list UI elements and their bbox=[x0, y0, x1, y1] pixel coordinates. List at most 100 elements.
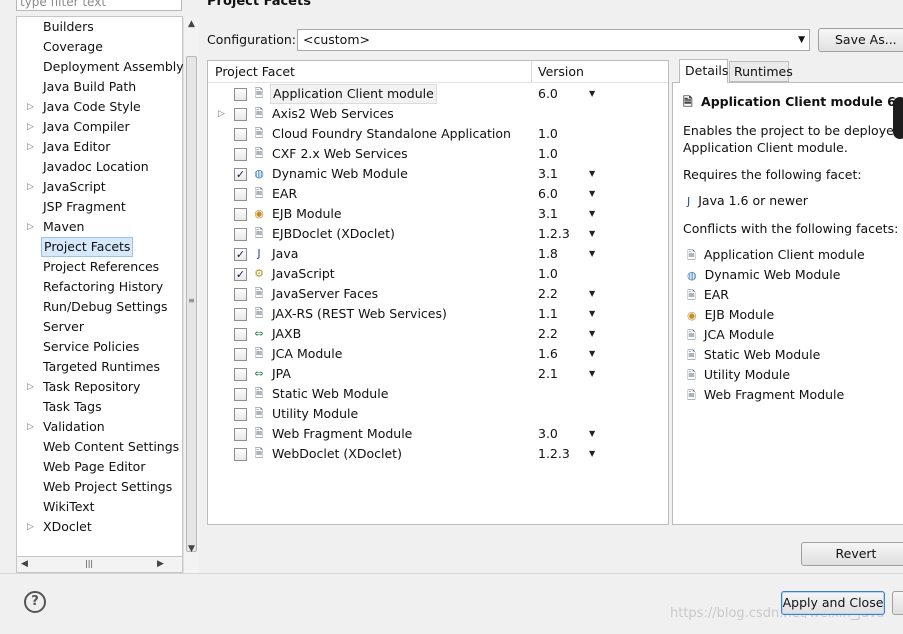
expand-arrow-icon[interactable]: ▷ bbox=[218, 104, 225, 124]
table-row[interactable]: ✓ ◍ Dynamic Web Module 3.1 ▼ bbox=[208, 164, 668, 184]
facet-version[interactable]: 1.2.3 bbox=[538, 444, 570, 464]
scroll-right-icon[interactable]: ▶ bbox=[157, 559, 164, 569]
expand-arrow-icon[interactable]: ▷ bbox=[27, 377, 37, 397]
table-row[interactable]: ✓ J Java 1.8 ▼ bbox=[208, 244, 668, 264]
expand-arrow-icon[interactable]: ▷ bbox=[27, 417, 37, 437]
tree-horizontal-scrollbar[interactable]: ◀ ||| ▶ bbox=[16, 556, 183, 573]
table-row[interactable]: ◉ EJB Module 3.1 ▼ bbox=[208, 204, 668, 224]
facet-checkbox[interactable] bbox=[234, 328, 247, 341]
facet-version[interactable]: 1.6 bbox=[538, 344, 558, 364]
filter-input[interactable]: type filter text bbox=[16, 0, 182, 11]
details-title: 🗎 Application Client module 6.0 bbox=[683, 93, 903, 114]
facet-checkbox[interactable] bbox=[234, 308, 247, 321]
facet-version[interactable]: 3.1 bbox=[538, 204, 558, 224]
table-row[interactable]: 🗎 CXF 2.x Web Services 1.0 bbox=[208, 144, 668, 164]
details-description-2: Application Client module. bbox=[683, 140, 848, 155]
facet-checkbox[interactable] bbox=[234, 128, 247, 141]
conflicting-facet: 🗎 Application Client module bbox=[687, 247, 865, 266]
column-header-facet[interactable]: Project Facet bbox=[208, 61, 532, 83]
expand-arrow-icon[interactable]: ▷ bbox=[27, 517, 37, 537]
table-row[interactable]: 🗎 Application Client module 6.0 ▼ bbox=[208, 84, 668, 104]
tab-details[interactable]: Details bbox=[679, 59, 728, 83]
facet-checkbox[interactable] bbox=[234, 208, 247, 221]
table-row[interactable]: 🗎 JavaServer Faces 2.2 ▼ bbox=[208, 284, 668, 304]
facet-version[interactable]: 3.0 bbox=[538, 424, 558, 444]
facet-checkbox[interactable] bbox=[234, 368, 247, 381]
facet-checkbox[interactable] bbox=[234, 348, 247, 361]
version-dropdown-icon[interactable]: ▼ bbox=[589, 244, 595, 264]
tab-runtimes[interactable]: Runtimes bbox=[729, 61, 793, 82]
page-icon: 🗎 bbox=[254, 187, 264, 200]
facet-checkbox[interactable] bbox=[234, 288, 247, 301]
facet-checkbox[interactable] bbox=[234, 88, 247, 101]
version-dropdown-icon[interactable]: ▼ bbox=[589, 224, 595, 244]
facet-version[interactable]: 1.8 bbox=[538, 244, 558, 264]
facet-checkbox[interactable] bbox=[234, 148, 247, 161]
table-row[interactable]: 🗎 Static Web Module bbox=[208, 384, 668, 404]
facet-checkbox[interactable] bbox=[234, 448, 247, 461]
version-dropdown-icon[interactable]: ▼ bbox=[589, 344, 595, 364]
facet-version[interactable]: 6.0 bbox=[538, 184, 558, 204]
facet-version[interactable]: 1.2.3 bbox=[538, 224, 570, 244]
facet-checkbox[interactable]: ✓ bbox=[234, 248, 247, 261]
revert-button[interactable]: Revert bbox=[801, 542, 903, 566]
facet-checkbox[interactable] bbox=[234, 428, 247, 441]
scroll-down-icon[interactable]: ▼ bbox=[188, 544, 195, 554]
scroll-thumb[interactable]: ≡ bbox=[186, 56, 197, 552]
table-row[interactable]: ⇔ JAXB 2.2 ▼ bbox=[208, 324, 668, 344]
expand-arrow-icon[interactable]: ▷ bbox=[27, 137, 37, 157]
facet-version[interactable]: 2.1 bbox=[538, 364, 558, 384]
table-row[interactable]: 🗎 EJBDoclet (XDoclet) 1.2.3 ▼ bbox=[208, 224, 668, 244]
expand-arrow-icon[interactable]: ▷ bbox=[27, 177, 37, 197]
scroll-up-icon[interactable]: ▲ bbox=[188, 19, 195, 29]
version-dropdown-icon[interactable]: ▼ bbox=[589, 444, 595, 464]
table-row[interactable]: 🗎 EAR 6.0 ▼ bbox=[208, 184, 668, 204]
scroll-left-icon[interactable]: ◀ bbox=[21, 559, 28, 569]
version-dropdown-icon[interactable]: ▼ bbox=[589, 304, 595, 324]
page-icon: 🗎 bbox=[254, 407, 264, 420]
version-dropdown-icon[interactable]: ▼ bbox=[589, 164, 595, 184]
column-header-version[interactable]: Version bbox=[532, 61, 668, 83]
tree-vertical-scrollbar[interactable]: ▲ ≡ ▼ bbox=[183, 18, 199, 574]
version-dropdown-icon[interactable]: ▼ bbox=[589, 184, 595, 204]
table-row[interactable]: 🗎 JCA Module 1.6 ▼ bbox=[208, 344, 668, 364]
version-dropdown-icon[interactable]: ▼ bbox=[589, 284, 595, 304]
table-row[interactable]: ⇔ JPA 2.1 ▼ bbox=[208, 364, 668, 384]
expand-arrow-icon[interactable]: ▷ bbox=[27, 117, 37, 137]
facet-version[interactable]: 1.1 bbox=[538, 304, 558, 324]
table-row[interactable]: 🗎 WebDoclet (XDoclet) 1.2.3 ▼ bbox=[208, 444, 668, 464]
save-as-button[interactable]: Save As... bbox=[818, 28, 903, 52]
version-dropdown-icon[interactable]: ▼ bbox=[589, 364, 595, 384]
facet-checkbox[interactable]: ✓ bbox=[234, 168, 247, 181]
help-icon[interactable]: ? bbox=[24, 591, 46, 613]
apply-and-close-button[interactable]: Apply and Close bbox=[781, 591, 885, 615]
version-dropdown-icon[interactable]: ▼ bbox=[589, 84, 595, 104]
version-dropdown-icon[interactable]: ▼ bbox=[589, 204, 595, 224]
facet-checkbox[interactable] bbox=[234, 388, 247, 401]
table-row[interactable]: 🗎 Web Fragment Module 3.0 ▼ bbox=[208, 424, 668, 444]
table-row[interactable]: 🗎 JAX-RS (REST Web Services) 1.1 ▼ bbox=[208, 304, 668, 324]
configuration-select[interactable]: <custom> ▼ bbox=[297, 29, 810, 51]
facet-version[interactable]: 3.1 bbox=[538, 164, 558, 184]
facet-checkbox[interactable] bbox=[234, 108, 247, 121]
table-row[interactable]: ✓ ⚙ JavaScript 1.0 bbox=[208, 264, 668, 284]
facet-version[interactable]: 6.0 bbox=[538, 84, 558, 104]
expand-arrow-icon[interactable]: ▷ bbox=[27, 217, 37, 237]
facet-checkbox[interactable]: ✓ bbox=[234, 268, 247, 281]
facet-version[interactable]: 2.2 bbox=[538, 284, 558, 304]
facet-checkbox[interactable] bbox=[234, 188, 247, 201]
table-row[interactable]: 🗎 Cloud Foundry Standalone Application 1.0 bbox=[208, 124, 668, 144]
table-row[interactable]: 🗎 Utility Module bbox=[208, 404, 668, 424]
version-dropdown-icon[interactable]: ▼ bbox=[589, 324, 595, 344]
expand-arrow-icon[interactable]: ▷ bbox=[27, 97, 37, 117]
facet-version[interactable]: 2.2 bbox=[538, 324, 558, 344]
facet-checkbox[interactable] bbox=[234, 408, 247, 421]
table-row[interactable]: ▷ 🗎 Axis2 Web Services bbox=[208, 104, 668, 124]
conflicting-facet: ◍ Dynamic Web Module bbox=[687, 267, 840, 282]
facet-name: CXF 2.x Web Services bbox=[272, 146, 408, 161]
overlay-scroll-handle[interactable] bbox=[893, 97, 903, 139]
version-dropdown-icon[interactable]: ▼ bbox=[589, 424, 595, 444]
facet-checkbox[interactable] bbox=[234, 228, 247, 241]
cancel-button[interactable] bbox=[892, 591, 903, 615]
configuration-value: <custom> bbox=[303, 32, 370, 47]
